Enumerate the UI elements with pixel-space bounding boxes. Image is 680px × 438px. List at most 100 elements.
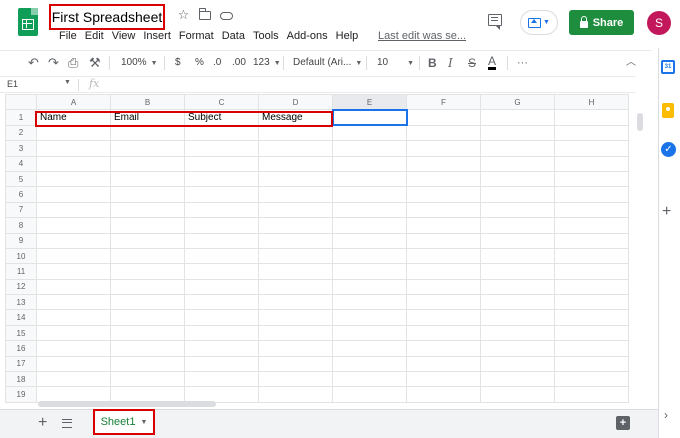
cell-d4[interactable]: [258, 155, 333, 172]
cell-g13[interactable]: [480, 294, 555, 311]
cell-d15[interactable]: [258, 324, 333, 342]
cell-f13[interactable]: [406, 294, 481, 311]
comment-history-icon[interactable]: [488, 14, 502, 30]
cell-f2[interactable]: [406, 124, 481, 142]
cell-e19[interactable]: [332, 386, 407, 403]
last-edit-link[interactable]: Last edit was se...: [378, 28, 466, 44]
row-header[interactable]: 6: [5, 186, 37, 203]
row-header[interactable]: 1: [5, 109, 37, 126]
cell-d7[interactable]: [258, 201, 333, 219]
cell-c1[interactable]: Subject: [184, 109, 259, 126]
menu-format[interactable]: Format: [175, 28, 218, 44]
print-icon[interactable]: ⎙: [68, 55, 78, 71]
cell-g9[interactable]: [480, 232, 555, 249]
cell-d17[interactable]: [258, 355, 333, 373]
cell-e16[interactable]: [332, 340, 407, 357]
cell-e1[interactable]: [331, 108, 408, 127]
cell-b1[interactable]: Email: [110, 109, 185, 126]
cell-g12[interactable]: [480, 278, 555, 296]
cell-d12[interactable]: [258, 278, 333, 296]
row-header[interactable]: 15: [5, 324, 37, 342]
row-header[interactable]: 11: [5, 263, 37, 280]
cell-c3[interactable]: [184, 140, 259, 157]
menu-insert[interactable]: Insert: [139, 28, 175, 44]
cell-h13[interactable]: [554, 294, 629, 311]
cell-d2[interactable]: [258, 124, 333, 142]
cell-b14[interactable]: [110, 309, 185, 326]
row-header[interactable]: 9: [5, 232, 37, 249]
zoom-select[interactable]: 100% ▼: [121, 55, 158, 71]
vertical-scrollbar[interactable]: [637, 113, 643, 131]
cell-c14[interactable]: [184, 309, 259, 326]
cell-b18[interactable]: [110, 371, 185, 388]
cell-f14[interactable]: [406, 309, 481, 326]
chevron-down-icon[interactable]: ▼: [140, 419, 147, 426]
menu-help[interactable]: Help: [332, 28, 363, 44]
cell-g11[interactable]: [480, 263, 555, 280]
cell-a4[interactable]: [36, 155, 111, 172]
cell-e17[interactable]: [332, 355, 407, 373]
cell-a16[interactable]: [36, 340, 111, 357]
bold-button[interactable]: B: [428, 55, 437, 71]
cell-f11[interactable]: [406, 263, 481, 280]
cell-e2[interactable]: [332, 124, 407, 142]
cell-h11[interactable]: [554, 263, 629, 280]
menu-addons[interactable]: Add-ons: [283, 28, 332, 44]
cell-h14[interactable]: [554, 309, 629, 326]
cell-g17[interactable]: [480, 355, 555, 373]
cell-f17[interactable]: [406, 355, 481, 373]
cell-c11[interactable]: [184, 263, 259, 280]
column-header[interactable]: A: [36, 94, 111, 111]
paint-format-icon[interactable]: ⚒: [89, 55, 101, 71]
cell-g14[interactable]: [480, 309, 555, 326]
cell-a14[interactable]: [36, 309, 111, 326]
cell-e3[interactable]: [332, 140, 407, 157]
cell-e14[interactable]: [332, 309, 407, 326]
cell-g6[interactable]: [480, 186, 555, 203]
cell-e15[interactable]: [332, 324, 407, 342]
cell-b9[interactable]: [110, 232, 185, 249]
number-format-select[interactable]: 123 ▼: [253, 55, 281, 71]
cell-f5[interactable]: [406, 170, 481, 188]
collapse-toolbar-icon[interactable]: ︿: [626, 55, 636, 71]
row-header[interactable]: 16: [5, 340, 37, 357]
present-button[interactable]: ▼: [520, 10, 558, 35]
font-size-select[interactable]: 10 ▼: [377, 55, 414, 71]
select-all-corner[interactable]: [5, 94, 37, 111]
cell-a6[interactable]: [36, 186, 111, 203]
calendar-icon[interactable]: 31: [661, 60, 675, 74]
menu-file[interactable]: File: [55, 28, 81, 44]
cell-c13[interactable]: [184, 294, 259, 311]
cell-a7[interactable]: [36, 201, 111, 219]
font-select[interactable]: Default (Ari... ▼: [293, 55, 362, 71]
cell-c15[interactable]: [184, 324, 259, 342]
cell-a3[interactable]: [36, 140, 111, 157]
cell-d10[interactable]: [258, 247, 333, 265]
share-button[interactable]: Share: [569, 10, 634, 35]
cell-c4[interactable]: [184, 155, 259, 172]
cell-f4[interactable]: [406, 155, 481, 172]
row-header[interactable]: 8: [5, 217, 37, 234]
cell-b12[interactable]: [110, 278, 185, 296]
cell-a19[interactable]: [36, 386, 111, 403]
menu-view[interactable]: View: [108, 28, 140, 44]
row-header[interactable]: 2: [5, 124, 37, 142]
cell-h1[interactable]: [554, 109, 629, 126]
cell-a13[interactable]: [36, 294, 111, 311]
cell-e5[interactable]: [332, 170, 407, 188]
explore-icon[interactable]: +: [616, 416, 630, 430]
cell-a9[interactable]: [36, 232, 111, 249]
cell-c7[interactable]: [184, 201, 259, 219]
cell-h5[interactable]: [554, 170, 629, 188]
column-header[interactable]: F: [406, 94, 481, 111]
cell-d1[interactable]: Message: [258, 109, 333, 126]
chevron-right-icon[interactable]: ›: [664, 408, 668, 422]
cell-a5[interactable]: [36, 170, 111, 188]
cell-f16[interactable]: [406, 340, 481, 357]
cell-h16[interactable]: [554, 340, 629, 357]
cell-b5[interactable]: [110, 170, 185, 188]
cell-e7[interactable]: [332, 201, 407, 219]
cell-c8[interactable]: [184, 217, 259, 234]
cell-c12[interactable]: [184, 278, 259, 296]
cell-c5[interactable]: [184, 170, 259, 188]
